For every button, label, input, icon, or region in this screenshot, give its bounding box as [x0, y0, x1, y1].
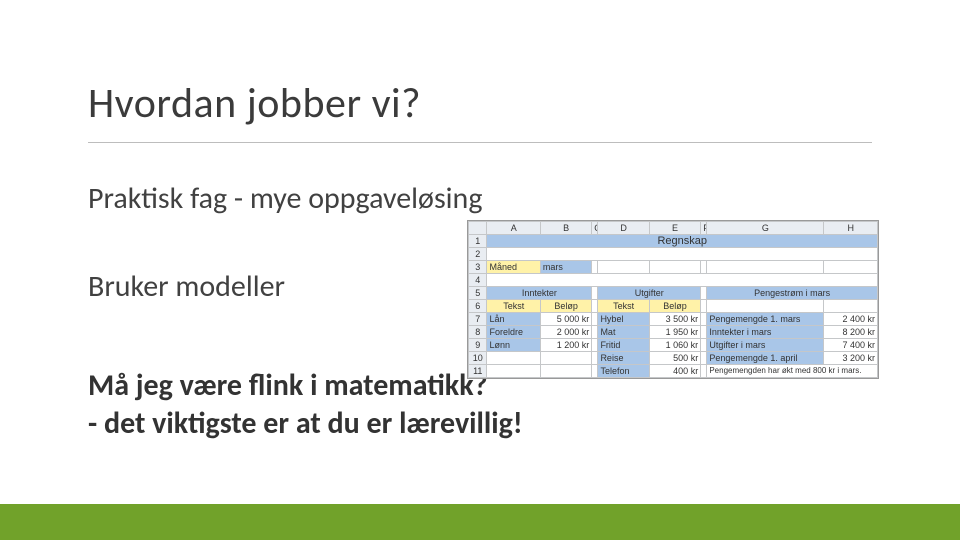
slide: Hvordan jobber vi? Praktisk fag - mye op…	[0, 0, 960, 540]
a10	[487, 352, 540, 365]
d9: Fritid	[598, 339, 649, 352]
row-8: 8 Foreldre 2 000 kr Mat 1 950 kr Inntekt…	[469, 326, 878, 339]
h7: 2 400 kr	[824, 313, 878, 326]
h-belop-2: Beløp	[649, 300, 700, 313]
h8: 8 200 kr	[824, 326, 878, 339]
row-2: 2	[469, 248, 878, 261]
section-utgifter: Utgifter	[598, 287, 701, 300]
rowhead-11: 11	[469, 365, 487, 378]
row-6: 6 Tekst Beløp Tekst Beløp	[469, 300, 878, 313]
row-7: 7 Lån 5 000 kr Hybel 3 500 kr Pengemengd…	[469, 313, 878, 326]
g6	[707, 300, 824, 313]
row-4: 4	[469, 274, 878, 287]
g10: Pengemengde 1. april	[707, 352, 824, 365]
paragraph-1: Praktisk fag - mye oppgaveløsing	[88, 180, 482, 217]
footer-bar	[0, 504, 960, 540]
g8: Inntekter i mars	[707, 326, 824, 339]
col-E: E	[649, 222, 700, 235]
d8: Mat	[598, 326, 649, 339]
b9: 1 200 kr	[540, 339, 591, 352]
spreadsheet-image: A B C D E F G H 1 Regnskap 2 3 M	[467, 220, 879, 379]
spreadsheet-table: A B C D E F G H 1 Regnskap 2 3 M	[468, 221, 878, 378]
e3	[649, 261, 700, 274]
d3	[598, 261, 649, 274]
slide-title: Hvordan jobber vi?	[88, 78, 421, 129]
rowhead-7: 7	[469, 313, 487, 326]
e11: 400 kr	[649, 365, 700, 378]
e8: 1 950 kr	[649, 326, 700, 339]
section-inntekter: Inntekter	[487, 287, 592, 300]
sheet-title: Regnskap	[487, 235, 878, 248]
cell-month-value: mars	[540, 261, 591, 274]
col-F: F	[701, 222, 707, 235]
a11	[487, 365, 540, 378]
h6	[824, 300, 878, 313]
col-A: A	[487, 222, 540, 235]
paragraph-3-question: Må jeg være flink i matematikk?	[88, 367, 488, 404]
section-pengestrom: Pengestrøm i mars	[707, 287, 878, 300]
col-C: C	[592, 222, 598, 235]
h-tekst-2: Tekst	[598, 300, 649, 313]
cell-month-label: Måned	[487, 261, 540, 274]
paragraph-4-answer: - det viktigste er at du er lærevillig!	[88, 405, 523, 442]
g9: Utgifter i mars	[707, 339, 824, 352]
row4-cells	[487, 274, 878, 287]
rowhead-8: 8	[469, 326, 487, 339]
rowhead-6: 6	[469, 300, 487, 313]
h-belop-1: Beløp	[540, 300, 591, 313]
rowhead-9: 9	[469, 339, 487, 352]
b10	[540, 352, 591, 365]
rowhead-2: 2	[469, 248, 487, 261]
rowhead-10: 10	[469, 352, 487, 365]
row-5: 5 Inntekter Utgifter Pengestrøm i mars	[469, 287, 878, 300]
corner-cell	[469, 222, 487, 235]
row-10: 10 Reise 500 kr Pengemengde 1. april 3 2…	[469, 352, 878, 365]
h9: 7 400 kr	[824, 339, 878, 352]
g3	[707, 261, 824, 274]
row-9: 9 Lønn 1 200 kr Fritid 1 060 kr Utgifter…	[469, 339, 878, 352]
rowhead-5: 5	[469, 287, 487, 300]
col-G: G	[707, 222, 824, 235]
rowhead-1: 1	[469, 235, 487, 248]
e9: 1 060 kr	[649, 339, 700, 352]
d11: Telefon	[598, 365, 649, 378]
col-B: B	[540, 222, 591, 235]
d10: Reise	[598, 352, 649, 365]
row2-cells	[487, 248, 878, 261]
rowhead-3: 3	[469, 261, 487, 274]
rowhead-4: 4	[469, 274, 487, 287]
row-1: 1 Regnskap	[469, 235, 878, 248]
col-H: H	[824, 222, 878, 235]
d7: Hybel	[598, 313, 649, 326]
a9: Lønn	[487, 339, 540, 352]
b8: 2 000 kr	[540, 326, 591, 339]
title-underline	[88, 142, 872, 143]
col-D: D	[598, 222, 649, 235]
h3	[824, 261, 878, 274]
row-11: 11 Telefon 400 kr Pengemengden har økt m…	[469, 365, 878, 378]
row-3: 3 Måned mars	[469, 261, 878, 274]
g7: Pengemengde 1. mars	[707, 313, 824, 326]
b11	[540, 365, 591, 378]
b7: 5 000 kr	[540, 313, 591, 326]
paragraph-2: Bruker modeller	[88, 268, 285, 305]
a7: Lån	[487, 313, 540, 326]
e10: 500 kr	[649, 352, 700, 365]
e7: 3 500 kr	[649, 313, 700, 326]
g11-note: Pengemengden har økt med 800 kr i mars.	[707, 365, 878, 378]
a8: Foreldre	[487, 326, 540, 339]
h-tekst-1: Tekst	[487, 300, 540, 313]
col-header-row: A B C D E F G H	[469, 222, 878, 235]
h10: 3 200 kr	[824, 352, 878, 365]
